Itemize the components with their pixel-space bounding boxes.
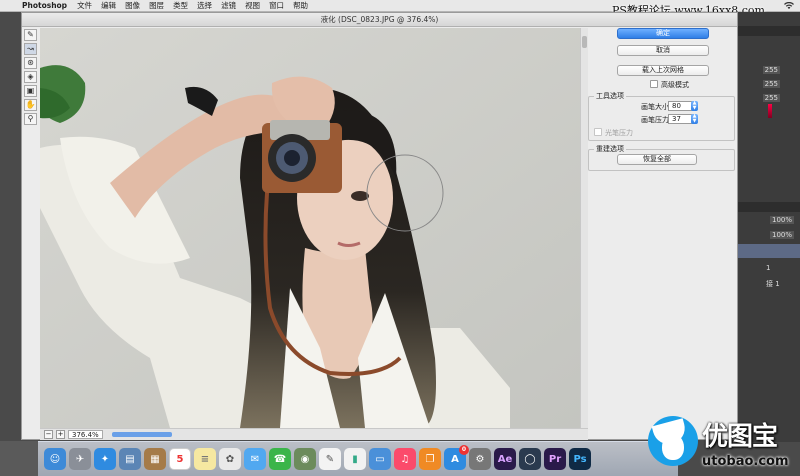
hand-icon[interactable]: ✋ bbox=[24, 99, 37, 111]
status-bar: − + 376.4% bbox=[40, 428, 588, 440]
menu-image[interactable]: 图像 bbox=[125, 0, 140, 11]
watermark-brand: 优图宝 bbox=[702, 422, 778, 452]
calendar-icon[interactable]: 5 bbox=[169, 448, 191, 470]
dock: ☺ ✈ ✦ ▤ ▦ 5 ≡ ✿ ✉ ☎ ◉ ✎ ▮ ▭ ♫ ❐ A0 ⚙ Ae … bbox=[38, 441, 678, 476]
ok-button[interactable]: 确定 bbox=[617, 28, 709, 39]
menu-select[interactable]: 选择 bbox=[197, 0, 212, 11]
quicktime-icon[interactable]: ◯ bbox=[519, 448, 541, 470]
stylus-pressure-label: 光笔压力 bbox=[605, 129, 633, 137]
stylus-pressure-checkbox[interactable] bbox=[594, 128, 602, 136]
opacity-value[interactable]: 100% bbox=[769, 216, 794, 224]
reconstruct-options-title: 重建选项 bbox=[594, 144, 626, 154]
dock-edge bbox=[0, 441, 38, 476]
after-effects-icon[interactable]: Ae bbox=[494, 448, 516, 470]
menu-layer[interactable]: 图层 bbox=[149, 0, 164, 11]
advanced-mode-checkbox[interactable] bbox=[650, 80, 658, 88]
keynote-icon[interactable]: ▭ bbox=[369, 448, 391, 470]
brush-size-label: 画笔大小: bbox=[641, 103, 672, 111]
zoom-out-button[interactable]: − bbox=[44, 430, 53, 439]
fill-value[interactable]: 100% bbox=[769, 231, 794, 239]
brush-pressure-label: 画笔压力: bbox=[641, 116, 672, 124]
watermark-utobao: 优图宝 utobao.com bbox=[648, 414, 800, 476]
panel-header bbox=[738, 26, 800, 36]
color-swatch bbox=[768, 104, 772, 118]
premiere-icon[interactable]: Pr bbox=[544, 448, 566, 470]
zoom-icon[interactable]: ⚲ bbox=[24, 113, 37, 125]
brush-pressure-stepper[interactable]: ▲ ▼ bbox=[691, 114, 698, 124]
color-value-b: 255 bbox=[762, 94, 780, 102]
zoom-in-button[interactable]: + bbox=[56, 430, 65, 439]
restore-all-button[interactable]: 恢复全部 bbox=[617, 154, 697, 165]
bloat-icon[interactable]: ◈ bbox=[24, 71, 37, 83]
watermark-url: utobao.com bbox=[702, 454, 789, 469]
menu-filter[interactable]: 滤镜 bbox=[221, 0, 236, 11]
cancel-button[interactable]: 取消 bbox=[617, 45, 709, 56]
preview-icon[interactable]: ▤ bbox=[119, 448, 141, 470]
menu-type[interactable]: 类型 bbox=[173, 0, 188, 11]
notes-icon[interactable]: ▦ bbox=[144, 448, 166, 470]
dialog-title: 液化 (DSC_0823.JPG @ 376.4%) bbox=[22, 13, 737, 27]
finder-icon[interactable]: ☺ bbox=[44, 448, 66, 470]
background-panels: 255 255 255 100% 100% 1 接 1 bbox=[738, 12, 800, 442]
textedit-icon[interactable]: ✎ bbox=[319, 448, 341, 470]
photo-booth-icon[interactable]: ◉ bbox=[294, 448, 316, 470]
books-icon[interactable]: ❐ bbox=[419, 448, 441, 470]
tool-options-title: 工具选项 bbox=[594, 91, 626, 101]
menu-edit[interactable]: 编辑 bbox=[101, 0, 116, 11]
scroll-thumb[interactable] bbox=[582, 36, 587, 48]
layer-row-selected[interactable] bbox=[738, 244, 800, 258]
menu-window[interactable]: 窗口 bbox=[269, 0, 284, 11]
system-preferences-icon[interactable]: ⚙ bbox=[469, 448, 491, 470]
facetime-icon[interactable]: ☎ bbox=[269, 448, 291, 470]
forward-warp-icon[interactable]: ↝ bbox=[24, 43, 37, 55]
pucker-icon[interactable]: ⊛ bbox=[24, 57, 37, 69]
music-icon[interactable]: ♫ bbox=[394, 448, 416, 470]
app-store-badge: 0 bbox=[459, 445, 469, 455]
photos-icon[interactable]: ✿ bbox=[219, 448, 241, 470]
liquify-dialog: 液化 (DSC_0823.JPG @ 376.4%) ✎ ↝ ⊛ ◈ ▣ ✋ ⚲ bbox=[21, 12, 738, 440]
mask-icon[interactable]: ▣ bbox=[24, 85, 37, 97]
image-canvas[interactable] bbox=[40, 28, 580, 428]
app-menu[interactable]: Photoshop bbox=[22, 1, 67, 10]
wifi-icon[interactable] bbox=[784, 1, 794, 10]
menu-help[interactable]: 帮助 bbox=[293, 0, 308, 11]
messages-icon[interactable]: ✉ bbox=[244, 448, 266, 470]
tool-column: ✎ ↝ ⊛ ◈ ▣ ✋ ⚲ bbox=[24, 29, 38, 139]
safari-icon[interactable]: ✦ bbox=[94, 448, 116, 470]
zoom-level[interactable]: 376.4% bbox=[68, 430, 103, 439]
brush-icon[interactable]: ✎ bbox=[24, 29, 37, 41]
layer-label: 接 1 bbox=[766, 280, 780, 288]
launchpad-icon[interactable]: ✈ bbox=[69, 448, 91, 470]
color-value-r: 255 bbox=[762, 66, 780, 74]
brush-size-stepper[interactable]: ▲ ▼ bbox=[691, 101, 698, 111]
color-value-g: 255 bbox=[762, 80, 780, 88]
panel-header-layers bbox=[738, 202, 800, 212]
stickies-icon[interactable]: ≡ bbox=[194, 448, 216, 470]
load-last-mesh-button[interactable]: 载入上次网格 bbox=[617, 65, 709, 76]
advanced-mode-label: 高级模式 bbox=[661, 81, 689, 89]
portrait-photo bbox=[40, 28, 580, 428]
numbers-icon[interactable]: ▮ bbox=[344, 448, 366, 470]
photoshop-icon[interactable]: Ps bbox=[569, 448, 591, 470]
layer-label: 1 bbox=[766, 264, 771, 272]
menu-file[interactable]: 文件 bbox=[77, 0, 92, 11]
app-store-icon[interactable]: A0 bbox=[444, 445, 469, 470]
vertical-scrollbar[interactable] bbox=[580, 28, 588, 428]
bird-logo-icon bbox=[648, 416, 698, 466]
menu-view[interactable]: 视图 bbox=[245, 0, 260, 11]
horizontal-scroll-thumb[interactable] bbox=[111, 432, 172, 437]
